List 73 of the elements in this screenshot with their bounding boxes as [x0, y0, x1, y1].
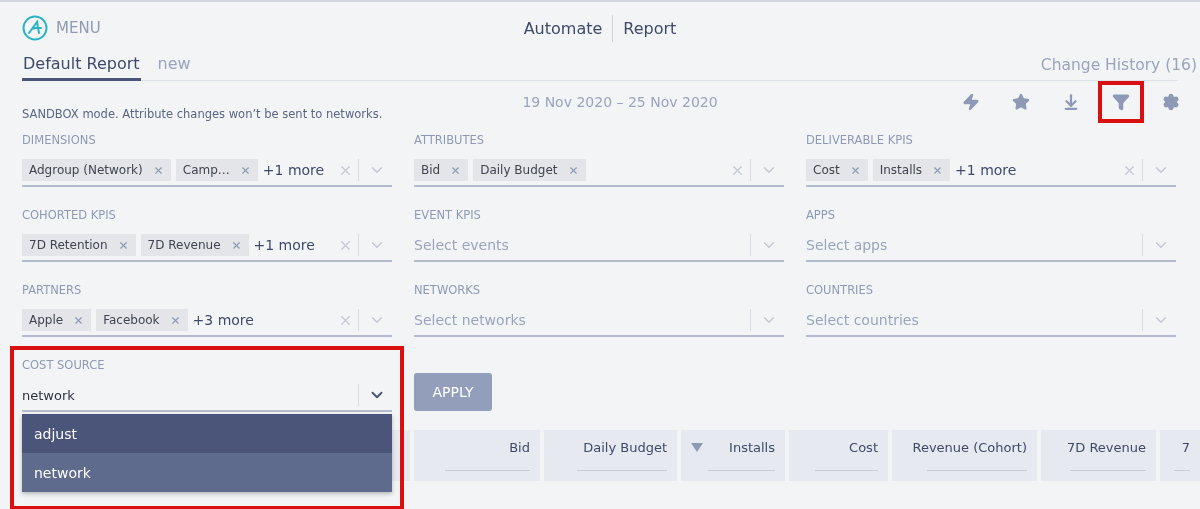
remove-icon[interactable] — [450, 164, 462, 176]
placeholder: Select events — [414, 237, 509, 253]
more-count: +1 more — [262, 162, 325, 178]
remove-icon[interactable] — [849, 164, 861, 176]
multi-select[interactable]: Adgroup (Network) Camp… +1 more — [22, 155, 392, 187]
more-count: +1 more — [955, 162, 1017, 178]
chip-label: Adgroup (Network) — [29, 163, 143, 177]
column-label: Bid — [509, 439, 530, 455]
remove-icon[interactable] — [169, 314, 181, 326]
remove-icon[interactable] — [152, 164, 164, 176]
column-header[interactable]: Installs — [681, 430, 785, 481]
field-label: COHORTED KPIS — [22, 208, 117, 224]
placeholder: Select apps — [806, 237, 888, 253]
column-header[interactable]: Daily Budget — [544, 430, 677, 481]
field-label: PARTNERS — [22, 283, 83, 299]
field-label: DELIVERABLE KPIS — [806, 133, 914, 149]
settings-icon — [1162, 93, 1180, 111]
field-label: APPS — [806, 208, 837, 224]
column-label: 7D Revenue — [1066, 439, 1146, 455]
filter-button[interactable] — [1098, 81, 1144, 123]
more-count: +3 more — [192, 312, 254, 328]
field-label: ATTRIBUTES — [414, 133, 486, 149]
chip-label: Camp… — [182, 163, 230, 177]
nav-link[interactable]: Report — [612, 14, 687, 42]
remove-icon[interactable] — [239, 164, 251, 176]
field-label: COST SOURCE — [22, 358, 106, 374]
field-label: COUNTRIES — [806, 283, 875, 299]
placeholder: Select countries — [806, 312, 919, 328]
chip-label: Installs — [879, 163, 923, 177]
star-icon — [1012, 93, 1030, 111]
multi-select[interactable]: 7D Retention 7D Revenue +1 more — [22, 230, 392, 262]
logo-icon — [22, 15, 48, 41]
column-label: Cost — [849, 439, 878, 455]
nav-link[interactable]: Automate — [513, 14, 613, 42]
download-icon — [1062, 93, 1080, 111]
remove-icon[interactable] — [230, 239, 242, 251]
funnel-icon — [1112, 93, 1130, 111]
chip-label: Cost — [813, 163, 840, 177]
dropdown-option[interactable]: network — [22, 453, 392, 492]
column-label: Revenue (Cohort) — [912, 439, 1027, 455]
column-label: Installs — [729, 439, 775, 455]
remove-icon[interactable] — [117, 239, 129, 251]
remove-icon[interactable] — [932, 164, 944, 176]
multi-select[interactable]: Cost Installs +1 more — [806, 155, 1176, 187]
cost-source-select[interactable]: network — [22, 380, 392, 412]
column-header[interactable]: 7D Revenue — [1041, 430, 1156, 481]
field-label: NETWORKS — [414, 283, 482, 299]
chip-label: Bid — [421, 163, 441, 177]
column-header[interactable]: Cost — [789, 430, 888, 481]
select-value: network — [22, 387, 75, 403]
chip-label: Facebook — [103, 313, 160, 327]
sandbox-notice: SANDBOX mode. Attribute changes won’t be sent to networks. — [22, 107, 384, 123]
field-label: DIMENSIONS — [22, 133, 97, 149]
chip-label: 7D Retention — [29, 238, 108, 252]
sort-icon[interactable] — [691, 442, 703, 452]
dropdown-option[interactable]: adjust — [22, 414, 392, 453]
bolt-icon — [962, 93, 980, 111]
column-header[interactable]: Bid — [414, 430, 540, 481]
field-label: EVENT KPIS — [414, 208, 482, 224]
chip-label: 7D Revenue — [147, 238, 221, 252]
multi-select[interactable]: Apple Facebook +3 more — [22, 305, 392, 337]
column-label: Daily Budget — [583, 439, 667, 455]
remove-icon[interactable] — [567, 164, 579, 176]
remove-icon[interactable] — [73, 314, 85, 326]
column-header[interactable]: 7 — [1160, 430, 1200, 481]
column-label: 7 — [1181, 439, 1190, 455]
chip-label: Apple — [29, 313, 64, 327]
multi-select[interactable]: Bid Daily Budget — [414, 155, 784, 187]
chip-label: Daily Budget — [480, 163, 558, 177]
report-tab[interactable]: Default Report — [22, 54, 141, 81]
column-header[interactable]: Revenue (Cohort) — [892, 430, 1037, 481]
placeholder: Select networks — [414, 312, 526, 328]
more-count: +1 more — [253, 237, 315, 253]
